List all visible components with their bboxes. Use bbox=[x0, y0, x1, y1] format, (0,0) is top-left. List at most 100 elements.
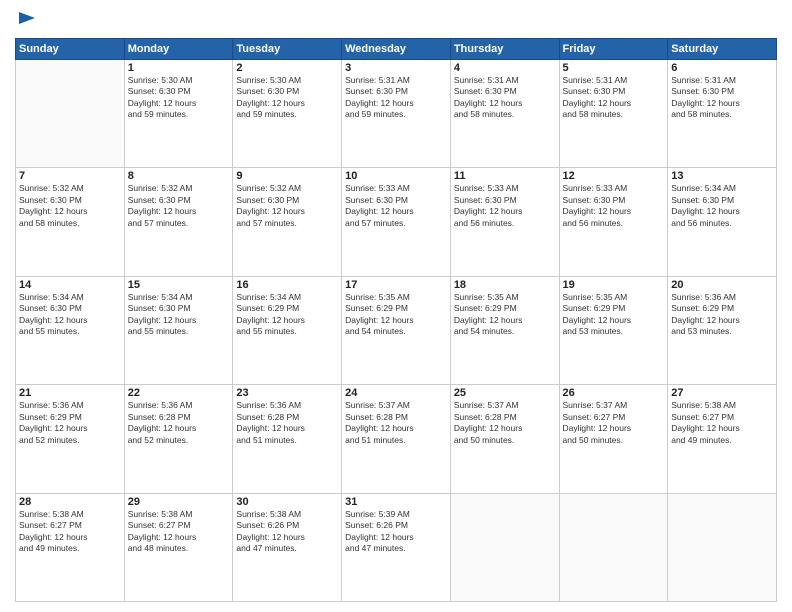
calendar-week-3: 14Sunrise: 5:34 AM Sunset: 6:30 PM Dayli… bbox=[16, 276, 777, 384]
calendar-cell: 13Sunrise: 5:34 AM Sunset: 6:30 PM Dayli… bbox=[668, 168, 777, 276]
day-number: 8 bbox=[128, 170, 230, 182]
calendar-page: SundayMondayTuesdayWednesdayThursdayFrid… bbox=[0, 0, 792, 612]
day-info: Sunrise: 5:38 AM Sunset: 6:27 PM Dayligh… bbox=[19, 509, 121, 555]
calendar-cell: 18Sunrise: 5:35 AM Sunset: 6:29 PM Dayli… bbox=[450, 276, 559, 384]
calendar-cell: 1Sunrise: 5:30 AM Sunset: 6:30 PM Daylig… bbox=[124, 60, 233, 168]
calendar-cell: 12Sunrise: 5:33 AM Sunset: 6:30 PM Dayli… bbox=[559, 168, 668, 276]
calendar-cell: 10Sunrise: 5:33 AM Sunset: 6:30 PM Dayli… bbox=[342, 168, 451, 276]
day-info: Sunrise: 5:36 AM Sunset: 6:28 PM Dayligh… bbox=[128, 400, 230, 446]
day-info: Sunrise: 5:30 AM Sunset: 6:30 PM Dayligh… bbox=[236, 75, 338, 121]
day-number: 15 bbox=[128, 279, 230, 291]
calendar-cell: 24Sunrise: 5:37 AM Sunset: 6:28 PM Dayli… bbox=[342, 385, 451, 493]
day-info: Sunrise: 5:34 AM Sunset: 6:30 PM Dayligh… bbox=[671, 183, 773, 229]
calendar-cell: 9Sunrise: 5:32 AM Sunset: 6:30 PM Daylig… bbox=[233, 168, 342, 276]
day-info: Sunrise: 5:36 AM Sunset: 6:28 PM Dayligh… bbox=[236, 400, 338, 446]
header bbox=[15, 10, 777, 30]
logo bbox=[15, 10, 37, 30]
calendar-cell: 22Sunrise: 5:36 AM Sunset: 6:28 PM Dayli… bbox=[124, 385, 233, 493]
day-info: Sunrise: 5:33 AM Sunset: 6:30 PM Dayligh… bbox=[563, 183, 665, 229]
calendar-cell: 7Sunrise: 5:32 AM Sunset: 6:30 PM Daylig… bbox=[16, 168, 125, 276]
logo-flag-icon bbox=[17, 10, 37, 30]
header-sunday: Sunday bbox=[16, 39, 125, 60]
calendar-cell: 19Sunrise: 5:35 AM Sunset: 6:29 PM Dayli… bbox=[559, 276, 668, 384]
calendar-week-1: 1 Sunrise: 5:30 AM Sunset: 6:30 PM Daylig… bbox=[16, 60, 777, 168]
day-info: Sunrise: 5:37 AM Sunset: 6:28 PM Dayligh… bbox=[454, 400, 556, 446]
day-number: 25 bbox=[454, 387, 556, 399]
day-info: Sunrise: 5:31 AM Sunset: 6:30 PM Dayligh… bbox=[671, 75, 773, 121]
calendar-cell: 20Sunrise: 5:36 AM Sunset: 6:29 PM Dayli… bbox=[668, 276, 777, 384]
header-tuesday: Tuesday bbox=[233, 39, 342, 60]
day-number: 6 bbox=[671, 62, 773, 74]
day-info: Sunrise: 5:34 AM Sunset: 6:30 PM Dayligh… bbox=[19, 292, 121, 338]
calendar-cell: 6Sunrise: 5:31 AM Sunset: 6:30 PM Daylig… bbox=[668, 60, 777, 168]
day-number: 26 bbox=[563, 387, 665, 399]
day-number: 11 bbox=[454, 170, 556, 182]
day-number: 21 bbox=[19, 387, 121, 399]
calendar-week-5: 28Sunrise: 5:38 AM Sunset: 6:27 PM Dayli… bbox=[16, 493, 777, 601]
day-info: Sunrise: 5:37 AM Sunset: 6:28 PM Dayligh… bbox=[345, 400, 447, 446]
calendar-cell bbox=[668, 493, 777, 601]
day-number: 17 bbox=[345, 279, 447, 291]
day-info: Sunrise: 5:33 AM Sunset: 6:30 PM Dayligh… bbox=[454, 183, 556, 229]
day-number: 23 bbox=[236, 387, 338, 399]
calendar-cell: 29Sunrise: 5:38 AM Sunset: 6:27 PM Dayli… bbox=[124, 493, 233, 601]
calendar-cell: 31Sunrise: 5:39 AM Sunset: 6:26 PM Dayli… bbox=[342, 493, 451, 601]
header-friday: Friday bbox=[559, 39, 668, 60]
calendar-cell: 8Sunrise: 5:32 AM Sunset: 6:30 PM Daylig… bbox=[124, 168, 233, 276]
day-number: 4 bbox=[454, 62, 556, 74]
day-number: 7 bbox=[19, 170, 121, 182]
day-info: Sunrise: 5:34 AM Sunset: 6:30 PM Dayligh… bbox=[128, 292, 230, 338]
day-number: 1 bbox=[128, 62, 230, 74]
day-info: Sunrise: 5:31 AM Sunset: 6:30 PM Dayligh… bbox=[345, 75, 447, 121]
day-info: Sunrise: 5:39 AM Sunset: 6:26 PM Dayligh… bbox=[345, 509, 447, 555]
calendar-cell: 14Sunrise: 5:34 AM Sunset: 6:30 PM Dayli… bbox=[16, 276, 125, 384]
day-info: Sunrise: 5:38 AM Sunset: 6:27 PM Dayligh… bbox=[671, 400, 773, 446]
calendar-week-4: 21Sunrise: 5:36 AM Sunset: 6:29 PM Dayli… bbox=[16, 385, 777, 493]
day-info: Sunrise: 5:34 AM Sunset: 6:29 PM Dayligh… bbox=[236, 292, 338, 338]
day-info: Sunrise: 5:36 AM Sunset: 6:29 PM Dayligh… bbox=[19, 400, 121, 446]
day-number: 16 bbox=[236, 279, 338, 291]
day-info: Sunrise: 5:38 AM Sunset: 6:27 PM Dayligh… bbox=[128, 509, 230, 555]
day-number: 30 bbox=[236, 496, 338, 508]
calendar-cell: 11Sunrise: 5:33 AM Sunset: 6:30 PM Dayli… bbox=[450, 168, 559, 276]
day-number: 5 bbox=[563, 62, 665, 74]
day-number: 18 bbox=[454, 279, 556, 291]
calendar-week-2: 7Sunrise: 5:32 AM Sunset: 6:30 PM Daylig… bbox=[16, 168, 777, 276]
calendar-cell: 23Sunrise: 5:36 AM Sunset: 6:28 PM Dayli… bbox=[233, 385, 342, 493]
header-wednesday: Wednesday bbox=[342, 39, 451, 60]
calendar-header-row: SundayMondayTuesdayWednesdayThursdayFrid… bbox=[16, 39, 777, 60]
day-number: 22 bbox=[128, 387, 230, 399]
calendar-cell: 5Sunrise: 5:31 AM Sunset: 6:30 PM Daylig… bbox=[559, 60, 668, 168]
day-info: Sunrise: 5:31 AM Sunset: 6:30 PM Dayligh… bbox=[563, 75, 665, 121]
calendar-cell: 26Sunrise: 5:37 AM Sunset: 6:27 PM Dayli… bbox=[559, 385, 668, 493]
calendar-cell: 21Sunrise: 5:36 AM Sunset: 6:29 PM Dayli… bbox=[16, 385, 125, 493]
day-number: 9 bbox=[236, 170, 338, 182]
header-saturday: Saturday bbox=[668, 39, 777, 60]
calendar-cell: 16Sunrise: 5:34 AM Sunset: 6:29 PM Dayli… bbox=[233, 276, 342, 384]
calendar-table: SundayMondayTuesdayWednesdayThursdayFrid… bbox=[15, 38, 777, 602]
day-number: 14 bbox=[19, 279, 121, 291]
day-info: Sunrise: 5:35 AM Sunset: 6:29 PM Dayligh… bbox=[454, 292, 556, 338]
day-number: 28 bbox=[19, 496, 121, 508]
calendar-cell: 2Sunrise: 5:30 AM Sunset: 6:30 PM Daylig… bbox=[233, 60, 342, 168]
calendar-cell bbox=[450, 493, 559, 601]
day-number: 12 bbox=[563, 170, 665, 182]
calendar-cell: 17Sunrise: 5:35 AM Sunset: 6:29 PM Dayli… bbox=[342, 276, 451, 384]
day-number: 20 bbox=[671, 279, 773, 291]
day-number: 13 bbox=[671, 170, 773, 182]
calendar-cell: 25Sunrise: 5:37 AM Sunset: 6:28 PM Dayli… bbox=[450, 385, 559, 493]
day-info: Sunrise: 5:35 AM Sunset: 6:29 PM Dayligh… bbox=[563, 292, 665, 338]
day-number: 2 bbox=[236, 62, 338, 74]
calendar-cell bbox=[559, 493, 668, 601]
day-info: Sunrise: 5:35 AM Sunset: 6:29 PM Dayligh… bbox=[345, 292, 447, 338]
calendar-cell bbox=[16, 60, 125, 168]
day-number: 29 bbox=[128, 496, 230, 508]
day-number: 31 bbox=[345, 496, 447, 508]
calendar-cell: 27Sunrise: 5:38 AM Sunset: 6:27 PM Dayli… bbox=[668, 385, 777, 493]
day-info: Sunrise: 5:36 AM Sunset: 6:29 PM Dayligh… bbox=[671, 292, 773, 338]
calendar-cell: 28Sunrise: 5:38 AM Sunset: 6:27 PM Dayli… bbox=[16, 493, 125, 601]
calendar-cell: 15Sunrise: 5:34 AM Sunset: 6:30 PM Dayli… bbox=[124, 276, 233, 384]
day-info: Sunrise: 5:37 AM Sunset: 6:27 PM Dayligh… bbox=[563, 400, 665, 446]
day-number: 19 bbox=[563, 279, 665, 291]
header-monday: Monday bbox=[124, 39, 233, 60]
